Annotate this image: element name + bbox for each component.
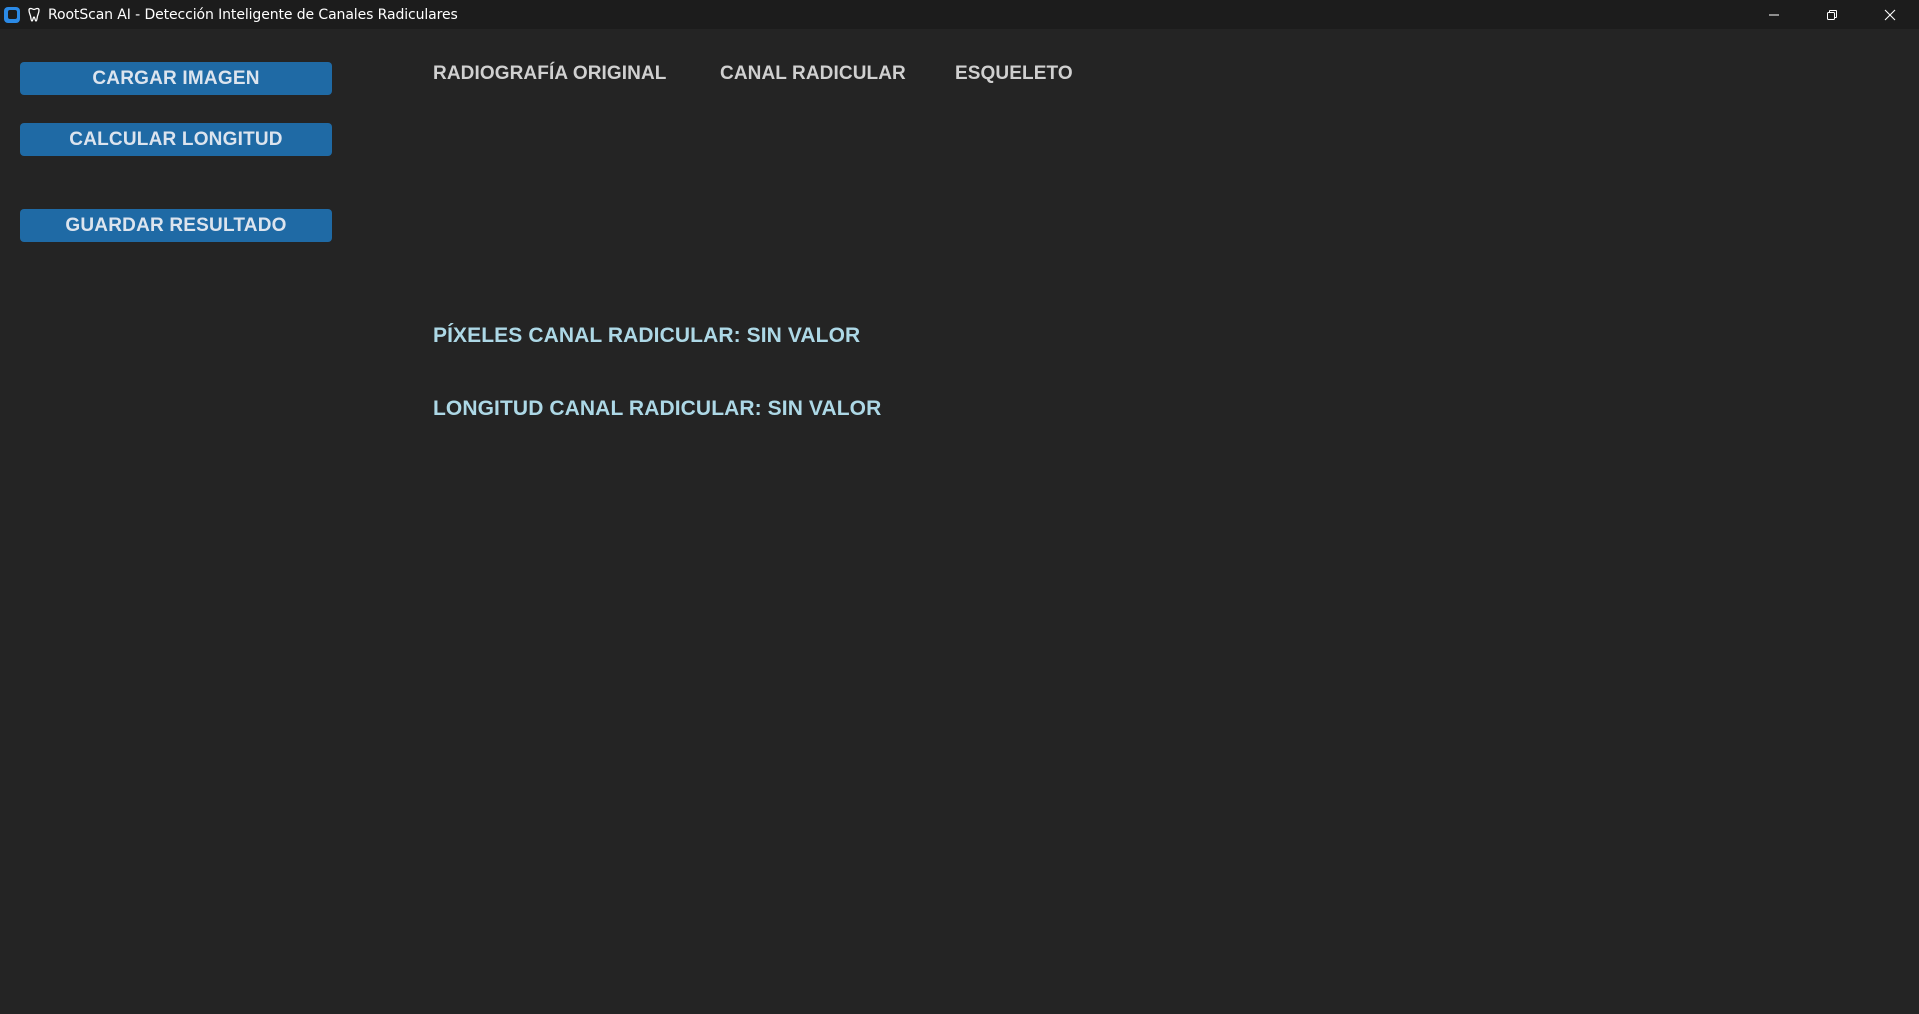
title-bar: RootScan AI - Detección Inteligente de C… (0, 0, 1919, 29)
tab-original-xray[interactable]: RADIOGRAFÍA ORIGINAL (433, 63, 667, 85)
load-image-button[interactable]: CARGAR IMAGEN (20, 62, 332, 95)
restore-icon (1827, 9, 1837, 20)
length-result-label: LONGITUD CANAL RADICULAR: SIN VALOR (433, 397, 882, 420)
tab-root-canal[interactable]: CANAL RADICULAR (720, 63, 906, 85)
app-icon (4, 6, 20, 23)
tab-skeleton[interactable]: ESQUELETO (955, 63, 1073, 85)
app-window: RootScan AI - Detección Inteligente de C… (0, 0, 1919, 1014)
window-controls (1745, 0, 1919, 29)
tooth-icon (28, 7, 40, 22)
close-icon (1884, 9, 1896, 20)
close-button[interactable] (1861, 0, 1919, 29)
restore-button[interactable] (1803, 0, 1861, 29)
minimize-button[interactable] (1745, 0, 1803, 29)
calculate-length-button[interactable]: CALCULAR LONGITUD (20, 123, 332, 156)
save-result-button[interactable]: GUARDAR RESULTADO (20, 209, 332, 242)
minimize-icon (1769, 14, 1779, 15)
pixels-result-label: PÍXELES CANAL RADICULAR: SIN VALOR (433, 324, 861, 347)
window-title: RootScan AI - Detección Inteligente de C… (48, 6, 458, 23)
